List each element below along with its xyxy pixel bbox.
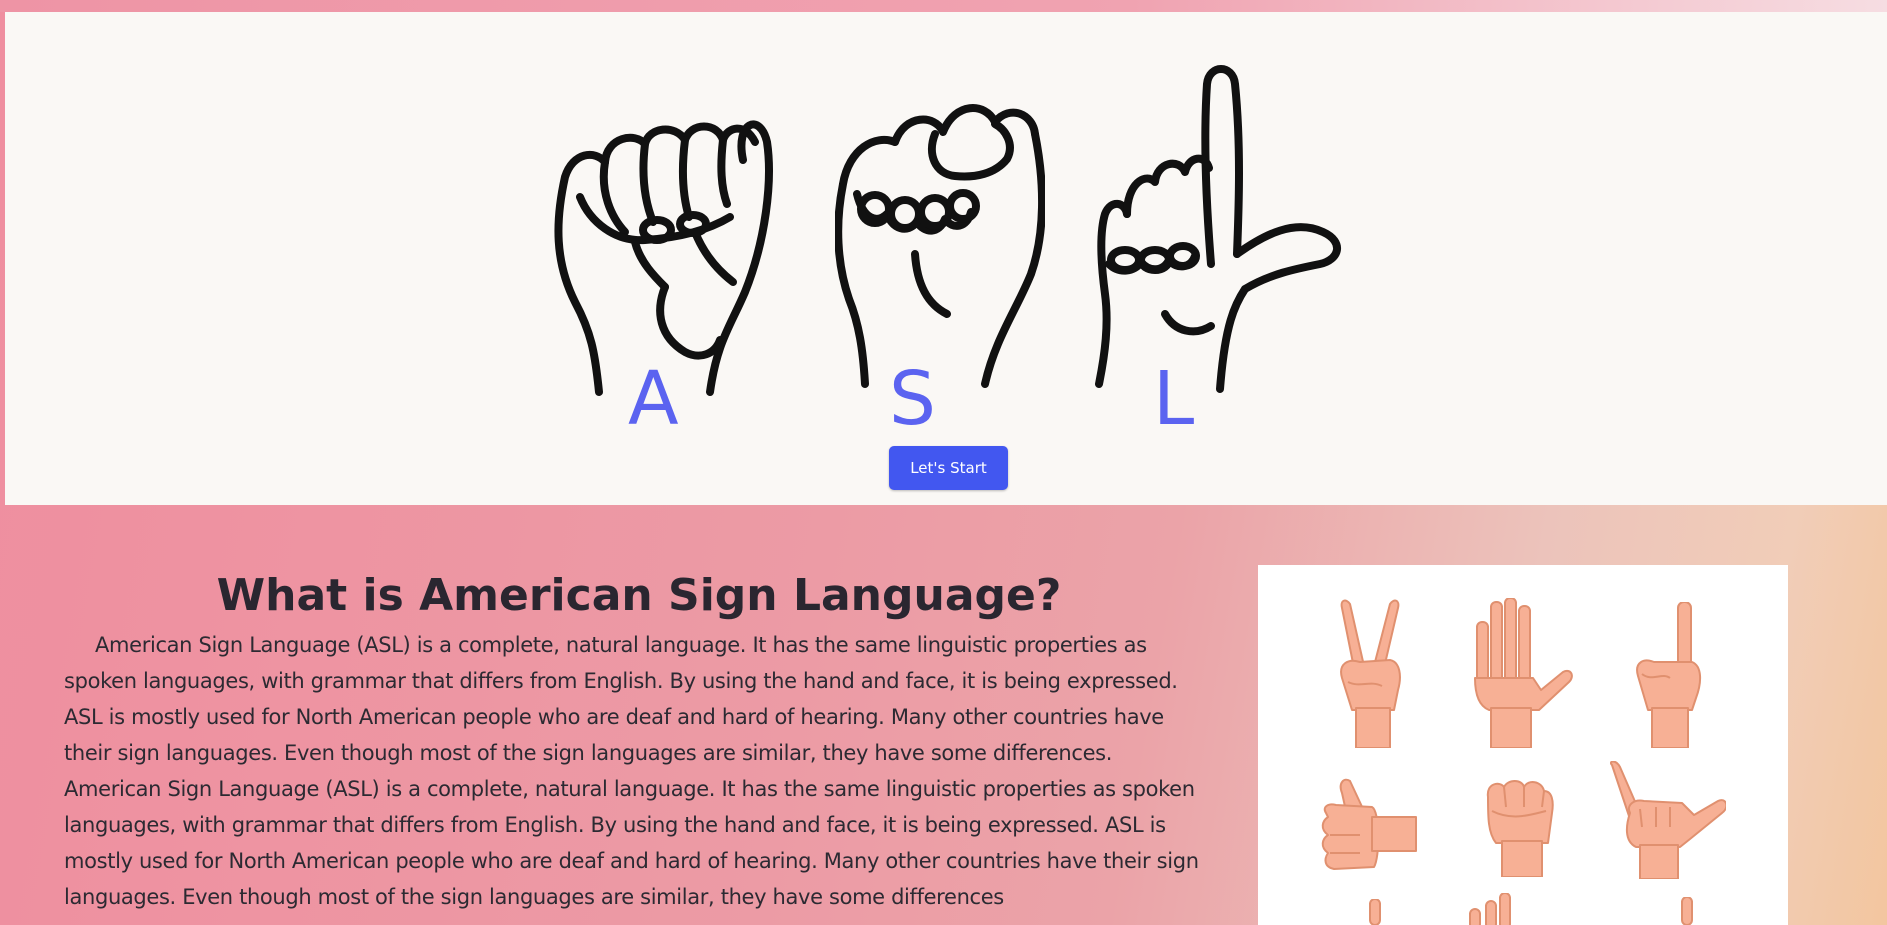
lets-start-button[interactable]: Let's Start <box>889 446 1008 490</box>
hand-signs-card <box>1258 565 1788 925</box>
hero-section: A S L <box>5 12 1887 505</box>
hand-sign-s-icon <box>835 74 1045 394</box>
hand-sign-a-icon <box>545 82 775 402</box>
hand-partial-icon <box>1366 898 1386 925</box>
index-finger-up-hand-icon <box>1630 601 1710 753</box>
thumbs-up-hand-icon <box>1320 777 1420 882</box>
hand-partial-icon <box>1678 896 1698 925</box>
hand-sign-l-icon <box>1095 64 1355 394</box>
peace-sign-hand-icon <box>1330 598 1410 753</box>
fist-hand-icon <box>1482 777 1556 882</box>
letter-l: L <box>1153 356 1195 442</box>
letter-s: S <box>889 356 936 442</box>
hand-partial-icon <box>1468 892 1524 925</box>
info-paragraph: American Sign Language (ASL) is a comple… <box>64 633 1178 765</box>
open-palm-hand-icon <box>1463 597 1573 753</box>
asl-hero-illustration: A S L <box>545 65 1365 442</box>
top-gradient-strip <box>0 0 1887 12</box>
info-paragraph: American Sign Language (ASL) is a comple… <box>64 777 1199 909</box>
letter-a: A <box>628 356 679 442</box>
info-title: What is American Sign Language? <box>216 570 1062 621</box>
asl-info-section: What is American Sign Language? American… <box>64 565 1214 915</box>
i-love-you-hand-icon <box>1610 760 1728 884</box>
